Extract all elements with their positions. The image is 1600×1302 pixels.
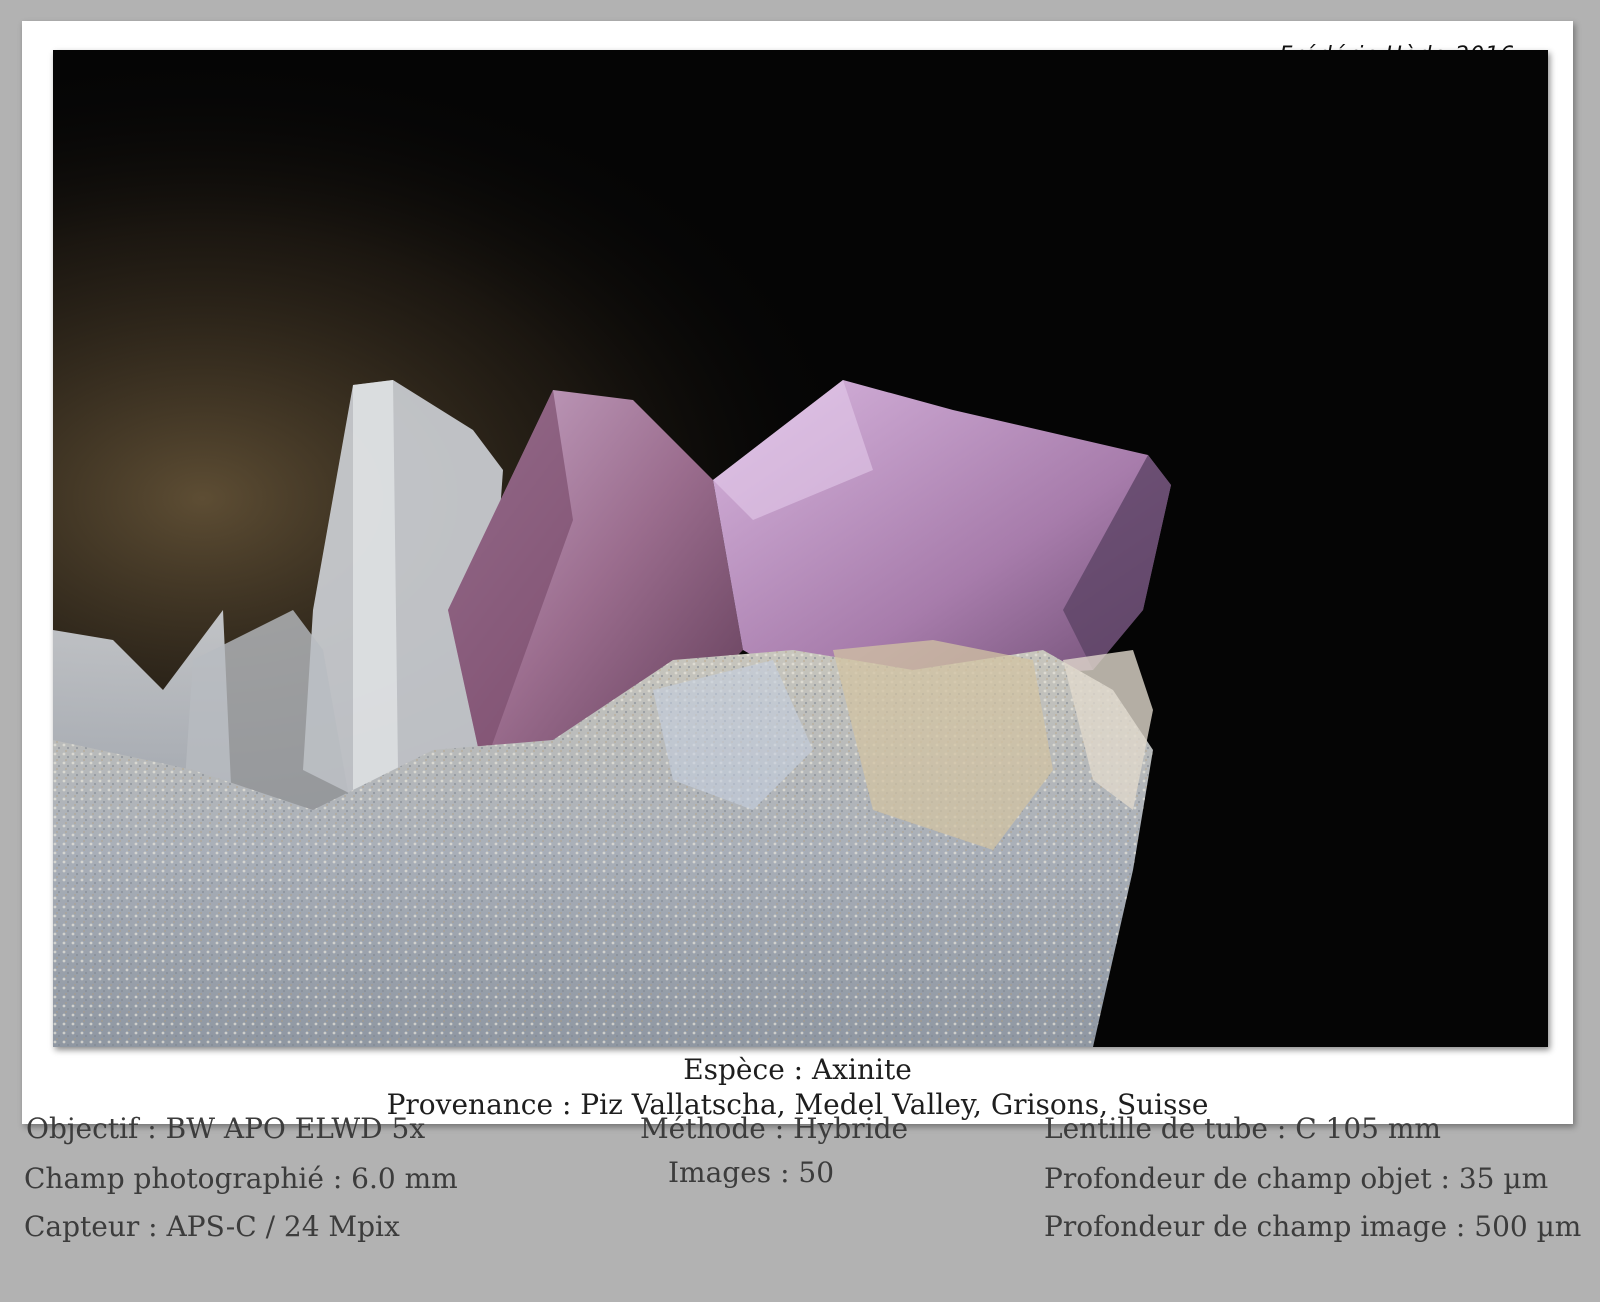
objective-spec: Objectif : BW APO ELWD 5x — [26, 1112, 426, 1145]
object-dof-spec: Profondeur de champ objet : 35 µm — [1044, 1162, 1549, 1195]
tube-lens-spec: Lentille de tube : C 105 mm — [1044, 1112, 1441, 1145]
mineral-photo — [53, 50, 1548, 1047]
images-spec: Images : 50 — [668, 1156, 835, 1189]
sensor-spec: Capteur : APS-C / 24 Mpix — [24, 1210, 400, 1243]
species-caption: Espèce : Axinite — [683, 1053, 912, 1086]
image-dof-spec: Profondeur de champ image : 500 µm — [1044, 1210, 1582, 1243]
method-spec: Méthode : Hybride — [640, 1112, 909, 1145]
axinite-crystal-image — [53, 50, 1548, 1047]
photo-card: Frédéric Hède 2016 — [22, 21, 1573, 1124]
field-spec: Champ photographié : 6.0 mm — [24, 1162, 458, 1195]
